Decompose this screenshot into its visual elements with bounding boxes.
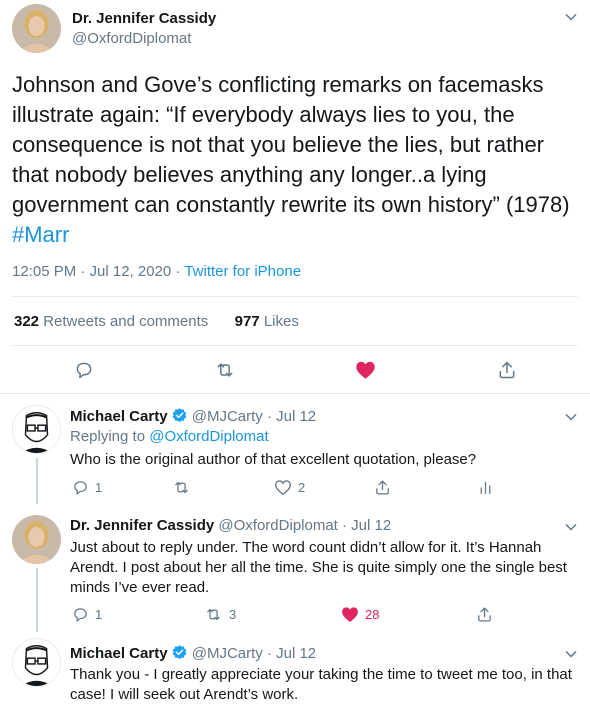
verified-badge-icon (171, 644, 188, 665)
retweets-count: 322 (14, 313, 40, 330)
tweet-text: Johnson and Gove’s conflicting remarks o… (12, 70, 580, 250)
replying-to: Replying to @OxfordDiplomat (70, 428, 269, 445)
reply-date[interactable]: · Jul 12 (263, 408, 316, 425)
avatar[interactable] (12, 405, 61, 454)
divider (12, 296, 578, 297)
author-handle[interactable]: @MJCarty (192, 408, 263, 425)
avatar[interactable] (12, 638, 61, 687)
reply-date[interactable]: · Jul 12 (263, 645, 316, 662)
retweet-count: 3 (229, 607, 237, 622)
retweets-label: Retweets and comments (43, 313, 209, 330)
reply-text: Just about to reply under. The word coun… (70, 539, 567, 596)
retweet-icon (214, 360, 236, 380)
avatar[interactable] (12, 515, 61, 564)
verified-badge-icon (171, 407, 188, 428)
thread-line (36, 568, 38, 632)
like-button[interactable] (355, 360, 376, 380)
share-icon (476, 606, 493, 623)
reply-header: Michael Carty @MJCarty · Jul 12 (70, 407, 316, 428)
divider (12, 345, 578, 346)
like-button[interactable]: 2 (274, 479, 305, 496)
reply-icon (72, 606, 89, 623)
like-button[interactable]: 28 (341, 606, 379, 623)
replying-to-link[interactable]: @OxfordDiplomat (149, 428, 268, 445)
thread-line (36, 458, 38, 504)
tweet-meta: 12:05 PM · Jul 12, 2020 · Twitter for iP… (12, 263, 301, 280)
author-name[interactable]: Michael Carty (70, 408, 168, 425)
timestamp[interactable]: 12:05 PM · Jul 12, 2020 (12, 263, 171, 280)
author-name[interactable]: Michael Carty (70, 645, 168, 662)
retweet-icon (172, 479, 191, 496)
likes-count: 977 (234, 313, 260, 330)
chevron-down-icon[interactable] (564, 647, 578, 666)
share-button[interactable] (374, 479, 391, 496)
author-handle[interactable]: @MJCarty (192, 645, 263, 662)
retweet-button[interactable] (172, 479, 197, 496)
reply-text: Thank you - I greatly appreciate your ta… (70, 666, 572, 703)
divider (0, 393, 590, 394)
reply-header: Dr. Jennifer Cassidy @OxfordDiplomat · J… (70, 517, 391, 534)
share-button[interactable] (476, 606, 493, 623)
likes-label: Likes (263, 313, 299, 330)
reply-button[interactable]: 1 (72, 479, 102, 496)
likes-stat[interactable]: 977 Likes (235, 313, 299, 330)
replying-prefix: Replying to (70, 428, 150, 445)
retweet-button[interactable] (214, 360, 236, 380)
reply-button[interactable] (74, 360, 94, 380)
reply-header: Michael Carty @MJCarty · Jul 12 (70, 644, 316, 665)
share-icon (497, 360, 517, 380)
reply-button[interactable]: 1 (72, 606, 102, 623)
retweets-stat[interactable]: 322 Retweets and comments (14, 313, 208, 330)
analytics-icon (477, 479, 494, 496)
like-count: 28 (365, 607, 380, 622)
tweet-source[interactable]: Twitter for iPhone (184, 263, 301, 280)
heart-icon (355, 360, 376, 380)
author-name[interactable]: Dr. Jennifer Cassidy (72, 10, 216, 27)
hashtag-link[interactable]: #Marr (12, 222, 69, 247)
reply-count: 1 (95, 607, 103, 622)
author-name[interactable]: Dr. Jennifer Cassidy (70, 517, 214, 534)
reply-icon (74, 360, 94, 380)
meta-separator: · (171, 263, 185, 280)
like-count: 2 (298, 480, 306, 495)
reply-text: Who is the original author of that excel… (70, 451, 477, 468)
analytics-button[interactable] (477, 479, 494, 496)
chevron-down-icon[interactable] (564, 10, 578, 29)
avatar[interactable] (12, 4, 61, 53)
tweet-body: Johnson and Gove’s conflicting remarks o… (12, 72, 570, 217)
retweet-button[interactable]: 3 (204, 606, 236, 623)
chevron-down-icon[interactable] (564, 520, 578, 539)
chevron-down-icon[interactable] (564, 410, 578, 429)
heart-icon (341, 606, 359, 623)
reply-date[interactable]: · Jul 12 (338, 517, 391, 534)
author-handle[interactable]: @OxfordDiplomat (218, 517, 337, 534)
engagement-stats: 322 Retweets and comments 977 Likes (14, 313, 299, 330)
share-button[interactable] (497, 360, 517, 380)
share-icon (374, 479, 391, 496)
retweet-icon (204, 606, 223, 623)
heart-icon (274, 479, 292, 496)
reply-icon (72, 479, 89, 496)
author-handle[interactable]: @OxfordDiplomat (72, 30, 191, 47)
reply-count: 1 (95, 480, 103, 495)
